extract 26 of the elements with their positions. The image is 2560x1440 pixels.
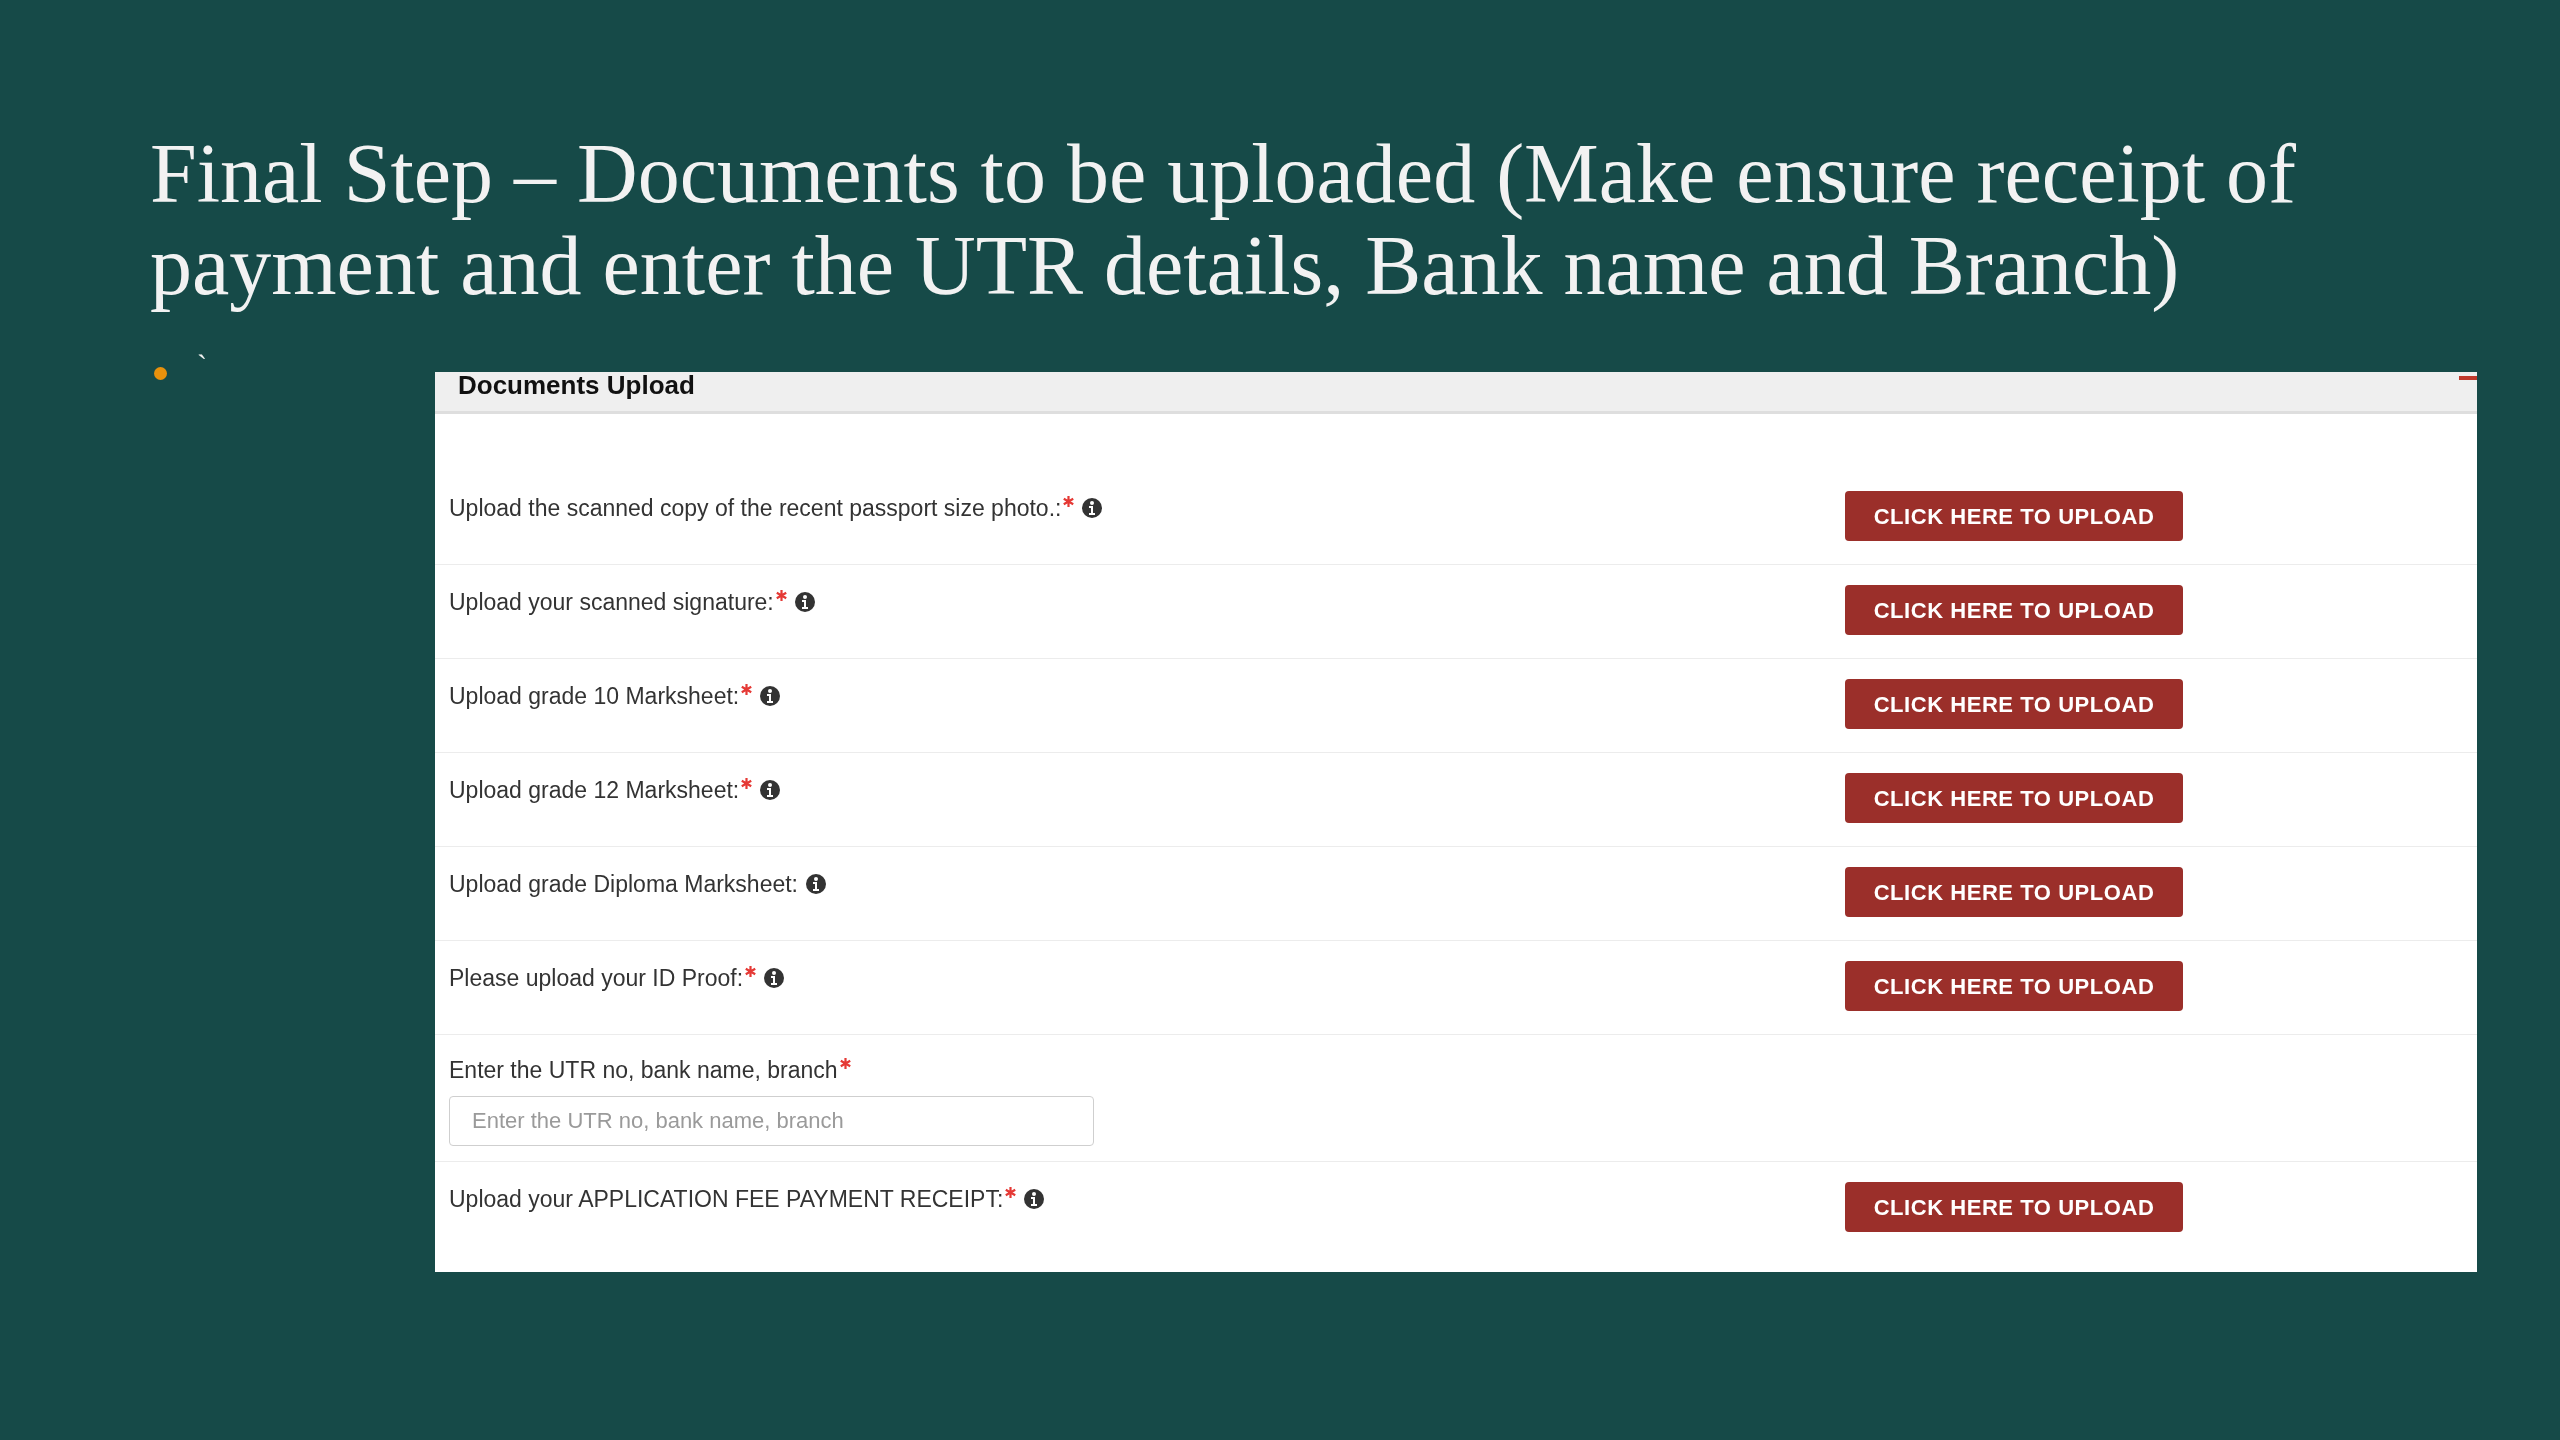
- info-icon[interactable]: [1082, 498, 1103, 519]
- slide-title: Final Step – Documents to be uploaded (Make ensure receipt of payment and enter the UTR details, Bank name and Branch): [150, 128, 2298, 312]
- info-icon[interactable]: [764, 968, 785, 989]
- upload-button[interactable]: CLICK HERE TO UPLOAD: [1845, 585, 2183, 635]
- field-label: Upload your APPLICATION FEE PAYMENT RECEIPT:: [449, 1185, 1004, 1214]
- info-icon[interactable]: [806, 874, 826, 895]
- field-label: Upload grade 10 Marksheet:: [449, 682, 740, 711]
- info-icon[interactable]: [1024, 1189, 1045, 1210]
- upload-button[interactable]: CLICK HERE TO UPLOAD: [1845, 773, 2183, 823]
- upload-button[interactable]: CLICK HERE TO UPLOAD: [1845, 1182, 2183, 1232]
- bullet-text: `: [197, 347, 207, 383]
- field-label: Upload grade Diploma Marksheet:: [449, 870, 798, 899]
- utr-input-field[interactable]: Enter the UTR no, bank name, branch: [449, 1095, 1094, 1146]
- upload-button[interactable]: CLICK HERE TO UPLOAD: [1845, 961, 2183, 1011]
- upload-button[interactable]: CLICK HERE TO UPLOAD: [1845, 679, 2183, 729]
- field-label: Please upload your ID Proof:: [449, 964, 744, 993]
- info-icon[interactable]: [760, 780, 781, 801]
- panel-title: Documents Upload: [458, 369, 695, 402]
- upload-button[interactable]: CLICK HERE TO UPLOAD: [1845, 491, 2183, 541]
- field-label: Upload grade 12 Marksheet:: [449, 776, 740, 805]
- field-label: Upload your scanned signature:: [449, 588, 774, 617]
- field-label: Enter the UTR no, bank name, branch: [449, 1056, 838, 1085]
- upload-button[interactable]: CLICK HERE TO UPLOAD: [1845, 867, 2183, 917]
- field-label: Upload the scanned copy of the recent passport size photo.:: [449, 494, 1062, 523]
- info-icon[interactable]: [794, 592, 815, 613]
- info-icon[interactable]: [760, 686, 781, 707]
